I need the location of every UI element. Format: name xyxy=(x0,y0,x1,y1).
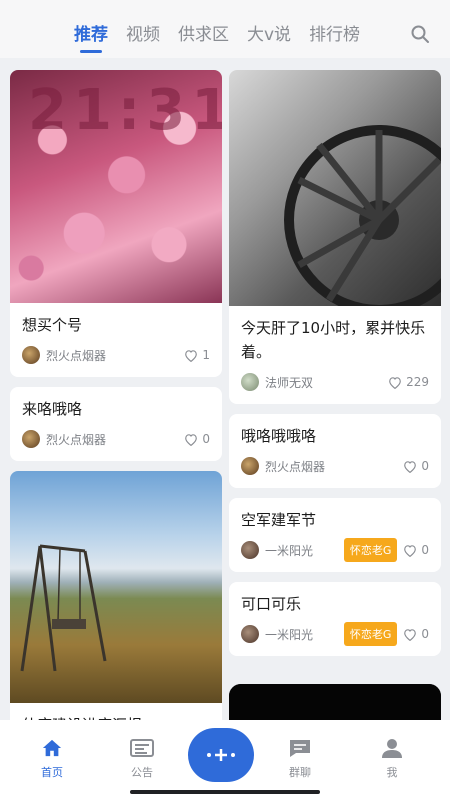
author-name: 烈火点烟器 xyxy=(265,459,326,474)
heart-icon xyxy=(185,433,198,446)
like-button[interactable]: 1 xyxy=(184,348,210,362)
like-count: 0 xyxy=(421,543,429,557)
author-name: 烈火点烟器 xyxy=(46,348,107,363)
post-card[interactable]: 来咯哦咯 烈火点烟器 0 xyxy=(10,387,222,461)
like-button[interactable]: 0 xyxy=(403,459,429,473)
top-nav-bar: 推荐 视频 供求区 大v说 排行榜 xyxy=(0,0,450,58)
category-tabs: 推荐 视频 供求区 大v说 排行榜 xyxy=(74,20,378,53)
feed-column-right: 今天肝了10小时，累并快乐着。 法师无双 229 哦咯哦哦咯 烈火点烟器 0 空… xyxy=(229,70,441,754)
user-badge: 怀恋老G xyxy=(343,622,398,646)
heart-icon xyxy=(185,349,198,362)
nav-home[interactable]: 首页 xyxy=(22,738,82,780)
feed-column-left: 21:31 想买个号 烈火点烟器 1 来咯哦咯 烈火点烟器 0 xyxy=(10,70,222,751)
like-count: 0 xyxy=(421,459,429,473)
avatar xyxy=(22,346,40,364)
avatar xyxy=(22,430,40,448)
heart-icon xyxy=(404,628,417,641)
like-button[interactable]: 229 xyxy=(388,375,429,389)
chat-icon xyxy=(290,740,310,757)
like-count: 1 xyxy=(202,348,210,362)
like-count: 0 xyxy=(202,432,210,446)
like-button[interactable]: 0 xyxy=(184,432,210,446)
nav-label: 首页 xyxy=(41,766,63,779)
like-count: 0 xyxy=(421,627,429,641)
plus-icon xyxy=(207,749,235,761)
post-title: 可口可乐 xyxy=(241,595,302,613)
post-title: 来咯哦咯 xyxy=(22,400,83,418)
home-icon xyxy=(42,739,62,757)
home-indicator xyxy=(130,790,320,794)
tab-recommend[interactable]: 推荐 xyxy=(74,20,108,53)
post-card[interactable]: 空军建军节 一米阳光 怀恋老G 0 xyxy=(229,498,441,572)
post-title: 哦咯哦哦咯 xyxy=(241,427,317,445)
like-count: 229 xyxy=(406,375,429,389)
heart-icon xyxy=(404,544,417,557)
author-name: 法师无双 xyxy=(265,375,314,390)
post-card[interactable]: 可口可乐 一米阳光 怀恋老G 0 xyxy=(229,582,441,656)
wheel-silhouette xyxy=(284,125,441,306)
post-image-flowers: 21:31 xyxy=(10,70,222,303)
swing-silhouette xyxy=(20,544,107,672)
post-card[interactable]: 今天肝了10小时，累并快乐着。 法师无双 229 xyxy=(229,70,441,404)
post-image-swing xyxy=(10,471,222,703)
author-name: 烈火点烟器 xyxy=(46,432,107,447)
search-icon[interactable] xyxy=(410,24,430,44)
like-button[interactable]: 0 xyxy=(403,627,429,641)
post-title: 想买个号 xyxy=(22,316,83,334)
post-card[interactable]: 21:31 想买个号 烈火点烟器 1 xyxy=(10,70,222,377)
nav-group-chat[interactable]: 群聊 xyxy=(270,738,330,780)
tab-ranking[interactable]: 排行榜 xyxy=(309,20,360,45)
avatar xyxy=(241,457,259,475)
avatar xyxy=(241,625,259,643)
tab-big-v[interactable]: 大v说 xyxy=(247,20,291,45)
like-button[interactable]: 0 xyxy=(403,543,429,557)
announcement-icon xyxy=(130,739,154,757)
author-name: 一米阳光 xyxy=(265,543,314,558)
avatar xyxy=(241,373,259,391)
heart-icon xyxy=(389,376,401,389)
profile-icon xyxy=(382,739,402,758)
create-post-button[interactable] xyxy=(188,728,254,782)
post-title: 今天肝了10小时，累并快乐着。 xyxy=(241,319,426,361)
nav-label: 公告 xyxy=(131,766,153,779)
post-card[interactable]: 仙府建设进度汇报。 xyxy=(10,471,222,741)
nav-label: 我 xyxy=(386,766,398,779)
clock-overlay: 21:31 xyxy=(28,78,222,143)
tab-video[interactable]: 视频 xyxy=(126,20,160,45)
post-title: 空军建军节 xyxy=(241,511,317,529)
nav-profile[interactable]: 我 xyxy=(362,738,422,780)
user-badge: 怀恋老G xyxy=(343,538,398,562)
nav-announcement[interactable]: 公告 xyxy=(112,738,172,780)
post-image-wheel xyxy=(229,70,441,306)
post-card[interactable]: 哦咯哦哦咯 烈火点烟器 0 xyxy=(229,414,441,488)
author-name: 一米阳光 xyxy=(265,627,314,642)
heart-icon xyxy=(404,460,417,473)
nav-label: 群聊 xyxy=(289,766,311,779)
tab-supply-demand[interactable]: 供求区 xyxy=(178,20,229,45)
avatar xyxy=(241,541,259,559)
